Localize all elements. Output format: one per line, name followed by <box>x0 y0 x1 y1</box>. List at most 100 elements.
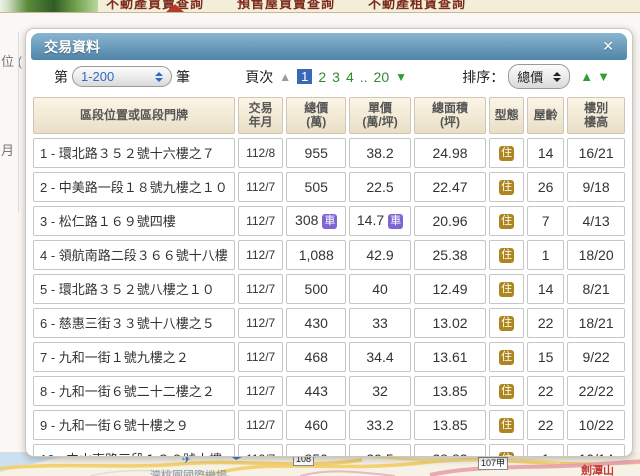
cell-total-price: 955 <box>286 138 346 168</box>
cell-age: 22 <box>527 308 564 338</box>
residential-badge: 住 <box>499 214 514 229</box>
cell-type: 住 <box>489 274 524 304</box>
transaction-table: 區段位置或區段門牌 交易 年月 總價 (萬) 單價 (萬/坪) 總面積 (坪) … <box>30 93 628 457</box>
cell-address: 8 - 九和一街６號二十二樓之２ <box>33 376 235 406</box>
cell-address: 1 - 環北路３５２號十六樓之７ <box>33 138 235 168</box>
cell-type: 住 <box>489 308 524 338</box>
cell-area: 28.83 <box>414 444 486 457</box>
cell-unit-price: 33.2 <box>349 410 411 440</box>
background-divider <box>18 32 19 212</box>
table-row[interactable]: 3 - 松仁路１６９號四樓 112/7 308車 14.7車 20.96 住 7… <box>33 206 625 236</box>
table-header-row: 區段位置或區段門牌 交易 年月 總價 (萬) 單價 (萬/坪) 總面積 (坪) … <box>33 97 625 134</box>
cell-address: 3 - 松仁路１６９號四樓 <box>33 206 235 236</box>
select-arrows-icon <box>155 72 163 82</box>
residential-badge: 住 <box>499 146 514 161</box>
table-row[interactable]: 7 - 九和一街１號九樓之２ 112/7 468 34.4 13.61 住 15… <box>33 342 625 372</box>
road-shield-107: 107甲 <box>478 457 508 470</box>
cell-type: 住 <box>489 444 524 457</box>
cell-area: 12.49 <box>414 274 486 304</box>
cell-date: 112/7 <box>238 240 283 270</box>
cell-floor: 22/22 <box>567 376 625 406</box>
header-date: 交易 年月 <box>238 97 283 134</box>
cell-date: 112/7 <box>238 274 283 304</box>
table-row[interactable]: 8 - 九和一街６號二十二樓之２ 112/7 443 32 13.85 住 22… <box>33 376 625 406</box>
page-number-4[interactable]: 4 <box>346 69 354 85</box>
cell-area: 13.61 <box>414 342 486 372</box>
page-next-icon[interactable]: ▼ <box>395 70 407 84</box>
cell-type: 住 <box>489 410 524 440</box>
dialog-titlebar[interactable]: 交易資料 ✕ <box>31 33 627 60</box>
table-row[interactable]: 4 - 領航南路二段３６６號十八樓 112/7 1,088 42.9 25.38… <box>33 240 625 270</box>
residential-badge: 住 <box>499 350 514 365</box>
dialog-controls: 第 1-200 筆 頁次 ▲ 1 2 3 4 .. 20 ▼ 排序： <box>26 60 632 93</box>
pagination: 頁次 ▲ 1 2 3 4 .. 20 ▼ <box>245 67 407 87</box>
parking-badge: 車 <box>322 214 337 229</box>
cell-date: 112/7 <box>238 172 283 202</box>
table-row[interactable]: 1 - 環北路３５２號十六樓之７ 112/8 955 38.2 24.98 住 … <box>33 138 625 168</box>
cell-area: 20.96 <box>414 206 486 236</box>
table-row[interactable]: 9 - 九和一街６號十樓之９ 112/7 460 33.2 13.85 住 22… <box>33 410 625 440</box>
page-number-2[interactable]: 2 <box>318 69 326 85</box>
cell-total-price: 500 <box>286 274 346 304</box>
cell-address: 2 - 中美路一段１８號九樓之１０ <box>33 172 235 202</box>
sort-desc-icon[interactable]: ▼ <box>597 69 610 84</box>
residential-badge: 住 <box>499 452 514 457</box>
cell-age: 7 <box>527 206 564 236</box>
record-range-select[interactable]: 1-200 <box>72 66 172 87</box>
cell-area: 22.47 <box>414 172 486 202</box>
header-age: 屋齡 <box>527 97 564 134</box>
cell-total-price: 468 <box>286 342 346 372</box>
page-number-20[interactable]: 20 <box>374 69 390 85</box>
sort-label: 排序： <box>462 67 504 87</box>
sort-value: 總價 <box>517 67 543 86</box>
top-menu-item-sale[interactable]: 不動產買賣查詢 <box>106 0 204 12</box>
table-row[interactable]: 5 - 環北路３５２號八樓之１０ 112/7 500 40 12.49 住 14… <box>33 274 625 304</box>
residential-badge: 住 <box>499 384 514 399</box>
residential-badge: 住 <box>499 248 514 263</box>
cell-unit-price: 33 <box>349 308 411 338</box>
page-number-3[interactable]: 3 <box>332 69 340 85</box>
airport-label: 灣桃園國際機場 <box>150 467 227 476</box>
cell-type: 住 <box>489 342 524 372</box>
cell-total-price: 308車 <box>286 206 346 236</box>
cell-date: 112/7 <box>238 308 283 338</box>
record-range-suffix: 筆 <box>176 67 190 87</box>
table-row[interactable]: 6 - 慈惠三街３３號十八樓之５ 112/7 430 33 13.02 住 22… <box>33 308 625 338</box>
page-prev-icon[interactable]: ▲ <box>279 70 291 84</box>
header-address: 區段位置或區段門牌 <box>33 97 235 134</box>
cell-unit-price: 38.2 <box>349 138 411 168</box>
cell-type: 住 <box>489 206 524 236</box>
cell-date: 112/7 <box>238 206 283 236</box>
sort-select[interactable]: 總價 <box>508 64 570 89</box>
header-area: 總面積 (坪) <box>414 97 486 134</box>
cell-floor: 18/20 <box>567 240 625 270</box>
cell-type: 住 <box>489 240 524 270</box>
cell-address: 7 - 九和一街１號九樓之２ <box>33 342 235 372</box>
cell-floor: 4/13 <box>567 206 625 236</box>
cell-age: 14 <box>527 138 564 168</box>
close-icon[interactable]: ✕ <box>602 38 614 55</box>
cell-floor: 9/22 <box>567 342 625 372</box>
table-row[interactable]: 10 - 中山東路三段１３６號十樓 112/7 850 29.5 28.83 住… <box>33 444 625 457</box>
cell-date: 112/7 <box>238 376 283 406</box>
table-row[interactable]: 2 - 中美路一段１８號九樓之１０ 112/7 505 22.5 22.47 住… <box>33 172 625 202</box>
sort-group: 排序： 總價 ▲ ▼ <box>462 64 610 89</box>
top-menu-item-rent[interactable]: 不動產租賃查詢 <box>368 0 466 12</box>
cell-unit-price: 42.9 <box>349 240 411 270</box>
page-ellipsis: .. <box>360 69 368 85</box>
cell-total-price: 850 <box>286 444 346 457</box>
cell-unit-price: 40 <box>349 274 411 304</box>
cell-age: 15 <box>527 342 564 372</box>
sort-asc-icon[interactable]: ▲ <box>580 69 593 84</box>
header-unit-price: 單價 (萬/坪) <box>349 97 411 134</box>
top-menu-item-presale[interactable]: 預售屋買賣查詢 <box>237 0 335 12</box>
top-menu: 不動產買賣查詢 預售屋買賣查詢 不動產租賃查詢 <box>106 0 466 12</box>
cell-unit-price: 14.7車 <box>349 206 411 236</box>
cell-age: 22 <box>527 376 564 406</box>
cell-area: 13.85 <box>414 376 486 406</box>
banner-photo <box>0 0 98 13</box>
background-text-fragment: 月 <box>1 140 14 159</box>
page-number-1[interactable]: 1 <box>297 69 312 84</box>
record-range-prefix: 第 <box>54 67 68 87</box>
page: 不動產買賣查詢 預售屋買賣查詢 不動產租賃查詢 位 ( 月 108 107甲 劍… <box>0 0 640 476</box>
